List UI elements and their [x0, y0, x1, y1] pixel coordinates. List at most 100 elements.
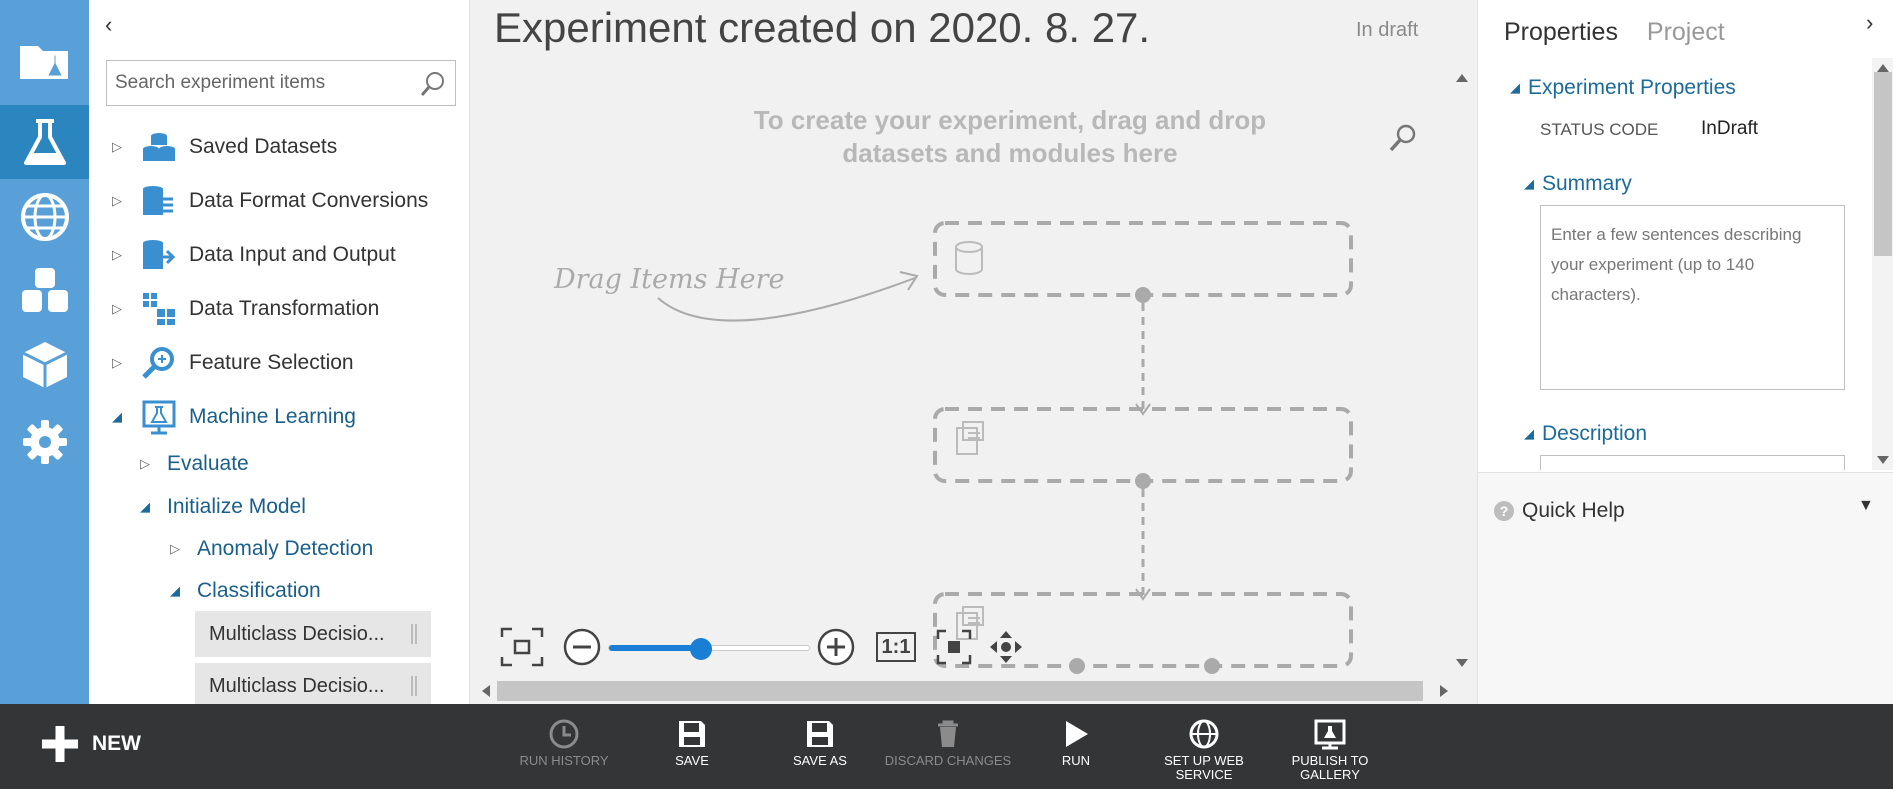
collapse-properties-button[interactable]: ›: [1866, 10, 1873, 36]
select-mode-button[interactable]: [936, 625, 972, 669]
data-transformation-icon: [139, 289, 179, 329]
output-port: [1069, 658, 1085, 674]
collapse-palette-button[interactable]: ‹: [105, 12, 112, 38]
machine-learning-icon: [139, 397, 179, 437]
run-button[interactable]: RUN: [1012, 718, 1140, 768]
tree-item-data-format-conversions[interactable]: ▷ Data Format Conversions: [107, 181, 428, 221]
placeholder-cylinder-icon: [955, 241, 983, 275]
folder-flask-icon: [19, 46, 68, 79]
publish-to-gallery-button[interactable]: PUBLISH TO GALLERY: [1266, 718, 1394, 782]
tab-properties[interactable]: Properties: [1504, 18, 1618, 46]
discard-changes-button[interactable]: DISCARD CHANGES: [884, 718, 1012, 768]
datasets-nav-button[interactable]: [0, 254, 89, 328]
scroll-up-icon[interactable]: [1877, 64, 1889, 72]
trained-models-nav-button[interactable]: [0, 328, 89, 402]
expand-caret-icon[interactable]: ▷: [107, 193, 127, 209]
actual-size-button[interactable]: 1:1: [874, 625, 918, 669]
collapse-caret-icon: ◢: [1524, 426, 1534, 441]
cube-icon: [21, 342, 68, 388]
placeholder-module-icon: [956, 421, 984, 455]
expand-caret-icon[interactable]: ▷: [165, 541, 185, 557]
tree-item-feature-selection[interactable]: ▷ Feature Selection: [107, 343, 354, 383]
play-icon: [1066, 721, 1088, 747]
output-port: [1135, 287, 1151, 303]
chevron-down-icon[interactable]: ▼: [1858, 497, 1874, 515]
section-experiment-properties[interactable]: ◢ Experiment Properties: [1510, 76, 1736, 100]
collapse-caret-icon[interactable]: ◢: [135, 499, 155, 515]
quick-help-panel: ? Quick Help ▼: [1478, 472, 1893, 704]
tab-project[interactable]: Project: [1647, 18, 1725, 46]
zoom-in-button[interactable]: [816, 625, 856, 669]
save-as-button[interactable]: SAVE AS: [756, 718, 884, 768]
section-summary[interactable]: ◢ Summary: [1524, 172, 1632, 196]
zoom-slider[interactable]: [608, 638, 810, 660]
tree-item-machine-learning[interactable]: ◢ Machine Learning: [107, 397, 356, 437]
web-services-nav-button[interactable]: [0, 180, 89, 254]
scroll-left-icon[interactable]: [482, 685, 490, 697]
quick-help-title[interactable]: Quick Help: [1522, 499, 1625, 523]
search-icon[interactable]: [419, 70, 447, 98]
properties-scrollbar[interactable]: [1872, 58, 1893, 470]
tree-item-initialize-model[interactable]: ◢ Initialize Model: [135, 487, 306, 527]
drag-handle-icon[interactable]: [411, 676, 417, 696]
tree-item-data-input-output[interactable]: ▷ Data Input and Output: [107, 235, 396, 275]
command-label: SAVE: [675, 753, 709, 768]
fit-to-screen-button[interactable]: [500, 625, 544, 669]
tree-item-data-transformation[interactable]: ▷ Data Transformation: [107, 289, 379, 329]
tree-item-classification[interactable]: ◢ Classification: [165, 571, 321, 611]
tree-item-saved-datasets[interactable]: ▷ Saved Datasets: [107, 127, 337, 167]
expand-caret-icon[interactable]: ▷: [135, 456, 155, 472]
output-port: [1204, 658, 1220, 674]
tree-item-label: Data Format Conversions: [189, 189, 429, 212]
settings-nav-button[interactable]: [0, 405, 89, 479]
tree-item-label: Saved Datasets: [189, 135, 338, 158]
collapse-caret-icon[interactable]: ◢: [165, 583, 185, 599]
tree-item-evaluate[interactable]: ▷ Evaluate: [135, 444, 249, 484]
canvas-vertical-scrollbar[interactable]: [1451, 68, 1471, 673]
set-up-web-service-button[interactable]: SET UP WEB SERVICE: [1140, 718, 1268, 782]
pan-mode-button[interactable]: [986, 625, 1026, 669]
description-textarea[interactable]: [1540, 455, 1845, 470]
drag-hint-arrow: [657, 277, 916, 322]
summary-textarea[interactable]: Enter a few sentences describing your ex…: [1540, 205, 1845, 390]
scrollbar-thumb[interactable]: [497, 681, 1423, 701]
tree-item-anomaly-detection[interactable]: ▷ Anomaly Detection: [165, 529, 373, 569]
flask-icon: [23, 119, 66, 165]
canvas-horizontal-scrollbar[interactable]: [480, 679, 1450, 703]
drag-handle-icon[interactable]: [411, 624, 417, 644]
expand-caret-icon[interactable]: ▷: [107, 247, 127, 263]
properties-tabs: Properties Project: [1504, 18, 1747, 47]
zoom-controls: 1:1: [500, 625, 1022, 669]
projects-nav-button[interactable]: [0, 24, 89, 98]
collapse-caret-icon[interactable]: ◢: [107, 409, 127, 425]
fit-screen-icon: [500, 627, 544, 667]
expand-caret-icon[interactable]: ▷: [107, 355, 127, 371]
save-as-disk-icon: [807, 721, 833, 747]
new-button[interactable]: NEW: [40, 724, 141, 764]
data-input-output-icon: [139, 235, 179, 275]
expand-caret-icon[interactable]: ▷: [107, 139, 127, 155]
search-input[interactable]: [107, 61, 407, 105]
scroll-right-icon[interactable]: [1440, 685, 1448, 697]
tree-item-label: Initialize Model: [167, 495, 306, 518]
save-button[interactable]: SAVE: [628, 718, 756, 768]
experiment-canvas[interactable]: Experiment created on 2020. 8. 27. In dr…: [470, 0, 1477, 704]
experiments-nav-button[interactable]: [0, 105, 89, 179]
scrollbar-thumb[interactable]: [1874, 72, 1892, 256]
status-code-label: STATUS CODE: [1540, 120, 1659, 139]
properties-content: ◢ Experiment Properties STATUS CODE InDr…: [1478, 60, 1872, 470]
module-item[interactable]: Multiclass Decisio...: [195, 611, 431, 657]
scroll-down-icon[interactable]: [1456, 659, 1468, 667]
zoom-out-button[interactable]: [562, 625, 602, 669]
properties-panel: Properties Project › ◢ Experiment Proper…: [1477, 0, 1893, 704]
expand-caret-icon[interactable]: ▷: [107, 301, 127, 317]
scroll-up-icon[interactable]: [1456, 74, 1468, 82]
module-item[interactable]: Multiclass Decisio...: [195, 663, 431, 704]
scroll-down-icon[interactable]: [1877, 456, 1889, 464]
section-description[interactable]: ◢ Description: [1524, 422, 1647, 446]
zoom-slider-knob[interactable]: [690, 638, 712, 660]
command-label: DISCARD CHANGES: [884, 753, 1012, 768]
save-disk-icon: [679, 721, 705, 747]
run-history-button[interactable]: RUN HISTORY: [500, 718, 628, 768]
zoom-slider-fill: [609, 645, 701, 651]
